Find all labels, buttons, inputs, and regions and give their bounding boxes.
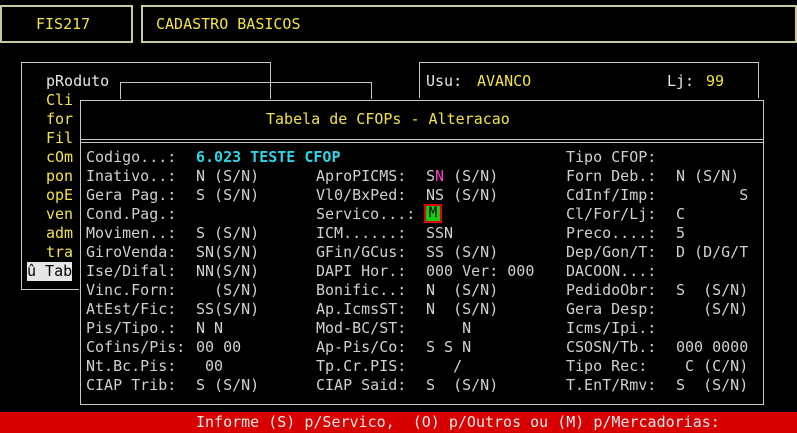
- field-label: Ap.IcmsST:: [316, 300, 407, 318]
- field-label: Tipo Rec:: [566, 357, 648, 375]
- field-value[interactable]: S (S/N): [196, 186, 259, 205]
- field-value[interactable]: D (D/G/T: [676, 243, 748, 262]
- dialog-title-rule: [80, 139, 764, 143]
- field-label: Servico...:: [316, 205, 416, 223]
- field-value[interactable]: SS (S/N): [426, 243, 498, 262]
- field-label: AtEst/Fic:: [86, 300, 177, 318]
- field-value[interactable]: C: [676, 205, 685, 224]
- field-label: Gera Desp:: [566, 300, 657, 318]
- menu-item[interactable]: Fil: [46, 129, 73, 148]
- store-label: Lj:: [667, 72, 695, 90]
- field-label: Tp.Cr.PIS:: [316, 357, 407, 375]
- servico-input[interactable]: M: [426, 206, 440, 221]
- field-label: Vinc.Forn:: [86, 281, 177, 299]
- field-value[interactable]: C (C/N): [676, 357, 748, 376]
- field-value[interactable]: N (S/N): [196, 167, 259, 186]
- menu-item-selected[interactable]: û Tab: [27, 262, 73, 281]
- field-label: DACOON...:: [566, 262, 657, 280]
- store-number: 99: [706, 72, 725, 90]
- field-label: CSOSN/Tb.:: [566, 338, 657, 356]
- field-label: CIAP Said:: [316, 376, 407, 394]
- field-label: Nt.Bc.Pis:: [86, 357, 177, 375]
- field-value[interactable]: 000 Ver: 000: [426, 262, 534, 281]
- field-value[interactable]: 00 00: [196, 338, 241, 357]
- field-value[interactable]: S (S/N): [196, 376, 259, 395]
- field-value[interactable]: N (S/N): [676, 167, 739, 186]
- field-value[interactable]: SSN: [426, 224, 453, 243]
- menu-item[interactable]: opE: [46, 186, 73, 205]
- aproicms-hint: (S/N): [444, 167, 499, 185]
- field-label: Dep/Gon/T:: [566, 243, 657, 261]
- field-label: Vl0/BxPed:: [316, 186, 407, 204]
- field-label: Bonific..:: [316, 281, 407, 299]
- codigo-value[interactable]: 6.023 TESTE CFOP: [196, 148, 341, 167]
- field-value[interactable]: SN (S/N): [426, 167, 498, 186]
- menu-item[interactable]: pon: [46, 167, 73, 186]
- field-label: GiroVenda:: [86, 243, 177, 261]
- field-value[interactable]: NS (S/N): [426, 186, 498, 205]
- field-label: Preco....:: [566, 224, 657, 242]
- field-value[interactable]: N (S/N): [426, 300, 498, 319]
- menu-item[interactable]: for: [46, 110, 73, 129]
- aproicms-s: S: [426, 167, 436, 185]
- field-value[interactable]: N N: [196, 319, 223, 338]
- user-name: AVANCO: [477, 72, 532, 90]
- field-label: Cofins/Pis:: [86, 338, 186, 356]
- field-label: PedidoObr:: [566, 281, 657, 299]
- field-value[interactable]: (S/N): [196, 281, 259, 300]
- field-label: Tipo CFOP:: [566, 148, 657, 166]
- status-message: Informe (S) p/Servico, (O) p/Outros ou (…: [196, 413, 720, 431]
- dialog-title: Tabela de CFOPs - Alteracao: [266, 110, 510, 128]
- codigo-label: Codigo...:: [86, 148, 177, 166]
- field-label: Cond.Pag.:: [86, 205, 177, 223]
- aproicms-n: N: [435, 167, 445, 185]
- field-value[interactable]: SN(S/N): [196, 243, 259, 262]
- user-label: Usu:: [426, 72, 463, 90]
- field-label: Icms/Ipi.:: [566, 319, 657, 337]
- menu-item[interactable]: pRoduto: [46, 72, 109, 91]
- field-value[interactable]: S: [676, 186, 748, 205]
- field-label: Ise/Difal:: [86, 262, 177, 280]
- field-value[interactable]: N (S/N): [426, 281, 498, 300]
- field-label: AproPICMS:: [316, 167, 407, 185]
- field-value[interactable]: S S N: [426, 338, 471, 357]
- field-label: Movimen..:: [86, 224, 177, 242]
- field-value[interactable]: SS(S/N): [196, 300, 259, 319]
- field-value[interactable]: 5: [676, 224, 685, 243]
- field-value[interactable]: S (S/N): [676, 376, 748, 395]
- field-value[interactable]: 000 0000: [676, 338, 748, 357]
- field-label: Ap-Pis/Co:: [316, 338, 407, 356]
- field-label: T.EnT/Rmv:: [566, 376, 657, 394]
- menu-item[interactable]: tra: [46, 243, 73, 262]
- field-value[interactable]: NN(S/N): [196, 262, 259, 281]
- field-label: DAPI Hor.:: [316, 262, 407, 280]
- field-value[interactable]: N: [426, 319, 471, 338]
- field-value[interactable]: /: [426, 357, 462, 376]
- field-label: GFin/GCus:: [316, 243, 407, 261]
- field-value[interactable]: 00: [196, 357, 223, 376]
- menu-item[interactable]: adm: [46, 224, 73, 243]
- submenu-frame: [120, 82, 372, 100]
- field-label: Cl/For/Lj:: [566, 205, 657, 223]
- field-value[interactable]: S (S/N): [676, 281, 748, 300]
- field-label: Forn Deb.:: [566, 167, 657, 185]
- field-label: Pis/Tipo.:: [86, 319, 177, 337]
- field-label: Inativo..:: [86, 167, 177, 185]
- menu-item[interactable]: Cli: [46, 91, 73, 110]
- dialog-frame: [80, 100, 764, 405]
- field-label: ICM......:: [316, 224, 407, 242]
- field-label: CdInf/Imp:: [566, 186, 657, 204]
- menu-item[interactable]: cOm: [46, 148, 73, 167]
- field-value[interactable]: S (S/N): [196, 224, 259, 243]
- field-label: CIAP Trib:: [86, 376, 177, 394]
- field-label: Gera Pag.:: [86, 186, 177, 204]
- field-value[interactable]: (S/N): [676, 300, 748, 319]
- menu-item[interactable]: ven: [46, 205, 73, 224]
- program-code: FIS217: [36, 15, 91, 33]
- field-value[interactable]: S (S/N): [426, 376, 498, 395]
- screen-title: CADASTRO BASICOS: [156, 15, 301, 33]
- field-label: Mod-BC/ST:: [316, 319, 407, 337]
